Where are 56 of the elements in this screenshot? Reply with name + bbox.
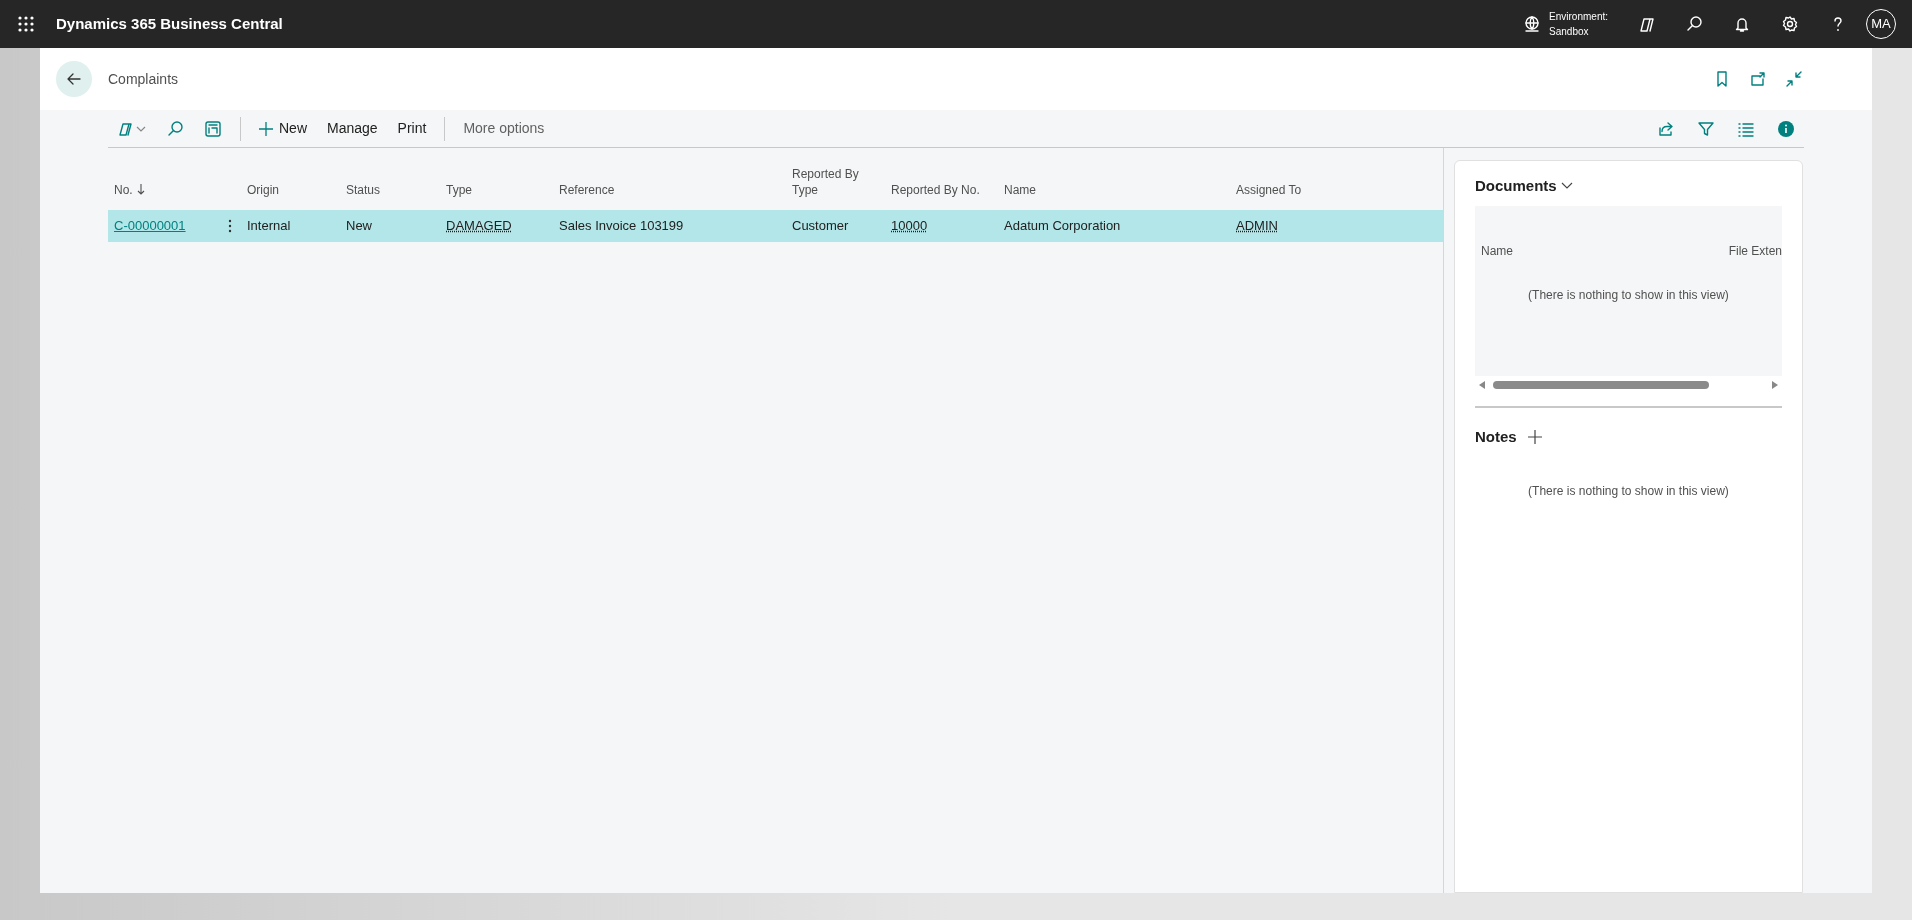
table-cell-text: Adatum Corporation (1004, 217, 1121, 236)
filter-icon (1697, 119, 1715, 138)
notes-header: Notes (1475, 426, 1517, 447)
back-arrow-icon (66, 71, 82, 87)
more-vertical-icon (227, 219, 232, 233)
table-cell-text: Sales Invoice 103199 (559, 217, 684, 236)
info-icon (1778, 120, 1794, 137)
column-header[interactable]: No. (114, 182, 133, 198)
documents-header[interactable]: Documents (1475, 175, 1573, 198)
notification-icon (1733, 15, 1751, 33)
app-launcher-button[interactable] (16, 14, 36, 34)
app-title: Dynamics 365 Business Central (56, 13, 283, 34)
column-header[interactable]: Reported By No. (891, 182, 980, 198)
environment-label: Environment: (1549, 10, 1608, 24)
copilot-icon (1637, 15, 1655, 33)
plus-icon (1526, 428, 1543, 445)
page-title: Complaints (108, 69, 179, 89)
empty-message: (There is nothing to show in this view) (1527, 483, 1730, 500)
column-header[interactable]: Name (1481, 241, 1513, 260)
scroll-right-icon (1772, 380, 1778, 389)
chevron-down-icon (1560, 182, 1573, 191)
collapse-icon (1785, 70, 1803, 88)
table-cell-text: Internal (247, 217, 291, 236)
waffle-icon (18, 16, 34, 32)
table-cell-text: New (346, 217, 372, 236)
table-cell[interactable]: DAMAGED (446, 216, 512, 236)
back-button[interactable] (56, 61, 92, 97)
globe-icon (1523, 15, 1542, 33)
column-header[interactable]: Reported By Type (792, 166, 872, 198)
column-header[interactable]: Assigned To (1236, 182, 1302, 198)
toolbar-action[interactable]: Manage (319, 113, 386, 144)
empty-message: (There is nothing to show in this view) (1527, 286, 1730, 304)
table-row[interactable]: C-00000001 Internal New DAMAGED Sales Invoice 103199 Customer 10000 Adatum Corporation ADMIN (108, 210, 1443, 242)
column-header[interactable]: Reference (559, 182, 615, 198)
column-header[interactable]: Type (446, 182, 472, 198)
plus-icon (259, 121, 273, 136)
column-header[interactable]: Status (346, 182, 381, 198)
settings-icon (1781, 15, 1799, 33)
table-cell[interactable]: ADMIN (1236, 216, 1278, 236)
more-options-button[interactable]: More options (455, 113, 553, 144)
table-cell-text: Customer (792, 217, 849, 236)
column-header[interactable]: Name (1004, 182, 1036, 198)
environment-button[interactable]: Environment: Sandbox (1523, 9, 1608, 39)
search-icon (166, 119, 184, 138)
add-note-button[interactable] (1526, 428, 1543, 445)
scroll-left-icon (1479, 380, 1485, 389)
column-header[interactable]: File Exten (1728, 241, 1782, 260)
toolbar-action[interactable]: New (251, 113, 315, 144)
toolbar-action[interactable]: Print (389, 113, 435, 144)
column-header[interactable]: Origin (247, 182, 279, 198)
environment-name: Sandbox (1549, 25, 1590, 39)
table-cell[interactable]: 10000 (891, 216, 928, 236)
record-link[interactable]: C-00000001 (114, 216, 186, 236)
search-icon (1685, 15, 1703, 33)
edit-list-icon (204, 119, 222, 138)
open-new-window-icon (1749, 70, 1767, 88)
